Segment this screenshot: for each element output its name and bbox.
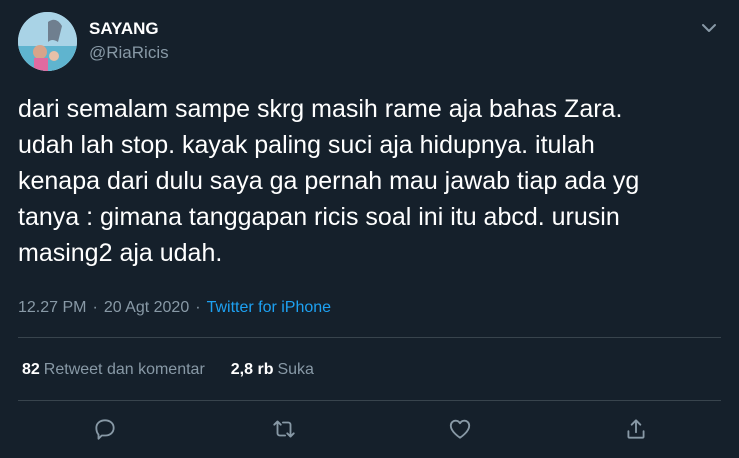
like-label: Suka bbox=[277, 361, 314, 378]
divider bbox=[18, 400, 721, 401]
author-names: SAYANG @RiaRicis bbox=[89, 18, 169, 64]
tweet-header: SAYANG @RiaRicis bbox=[18, 10, 721, 72]
chevron-down-icon[interactable] bbox=[697, 16, 721, 40]
tweet-source-link[interactable]: Twitter for iPhone bbox=[207, 299, 332, 317]
share-icon[interactable] bbox=[621, 414, 651, 444]
speech-bubble-icon[interactable] bbox=[90, 414, 120, 444]
tweet-stats: 82 Retweet dan komentar 2,8 rb Suka bbox=[22, 358, 340, 382]
avatar[interactable] bbox=[18, 11, 77, 71]
action-bar bbox=[0, 414, 739, 446]
tweet-card: SAYANG @RiaRicis dari semalam sampe skrg… bbox=[0, 0, 739, 458]
like-stat[interactable]: 2,8 rb Suka bbox=[231, 361, 314, 379]
tweet-date[interactable]: 20 Agt 2020 bbox=[104, 299, 189, 317]
like-count: 2,8 rb bbox=[230, 361, 274, 378]
retweet-label: Retweet dan komentar bbox=[43, 361, 205, 378]
divider bbox=[18, 337, 721, 338]
retweet-icon[interactable] bbox=[269, 414, 299, 444]
tweet-text: dari semalam sampe skrg masih rame aja b… bbox=[18, 95, 640, 267]
retweet-stat[interactable]: 82 Retweet dan komentar bbox=[22, 361, 205, 379]
tweet-time[interactable]: 12.27 PM bbox=[18, 299, 86, 317]
meta-separator: · bbox=[92, 299, 98, 316]
meta-separator: · bbox=[195, 299, 201, 316]
heart-icon[interactable] bbox=[445, 414, 475, 444]
user-handle[interactable]: @RiaRicis bbox=[89, 42, 169, 64]
tweet-meta: 12.27 PM · 20 Agt 2020 · Twitter for iPh… bbox=[18, 296, 331, 320]
retweet-count: 82 bbox=[22, 361, 40, 378]
display-name[interactable]: SAYANG bbox=[89, 18, 169, 40]
